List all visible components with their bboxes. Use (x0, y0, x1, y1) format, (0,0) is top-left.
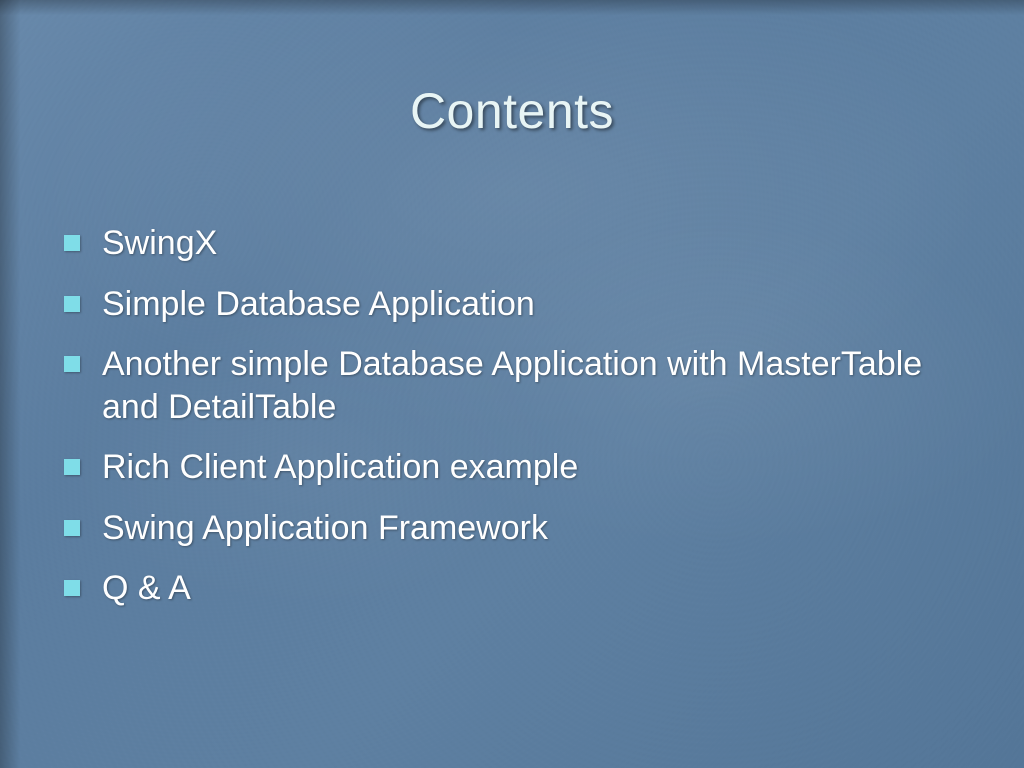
square-bullet-icon (64, 235, 80, 251)
bullet-text: Simple Database Application (102, 283, 535, 326)
list-item: Simple Database Application (64, 283, 984, 326)
square-bullet-icon (64, 296, 80, 312)
list-item: Swing Application Framework (64, 507, 984, 550)
square-bullet-icon (64, 580, 80, 596)
list-item: Rich Client Application example (64, 446, 984, 489)
bullet-text: SwingX (102, 222, 217, 265)
square-bullet-icon (64, 520, 80, 536)
list-item: Another simple Database Application with… (64, 343, 984, 428)
list-item: Q & A (64, 567, 984, 610)
slide-content: SwingX Simple Database Application Anoth… (64, 222, 984, 628)
square-bullet-icon (64, 459, 80, 475)
list-item: SwingX (64, 222, 984, 265)
slide-container: Contents SwingX Simple Database Applicat… (0, 0, 1024, 768)
bullet-text: Another simple Database Application with… (102, 343, 984, 428)
slide-title: Contents (0, 82, 1024, 140)
bullet-text: Q & A (102, 567, 191, 610)
bullet-text: Swing Application Framework (102, 507, 548, 550)
square-bullet-icon (64, 356, 80, 372)
bullet-text: Rich Client Application example (102, 446, 578, 489)
